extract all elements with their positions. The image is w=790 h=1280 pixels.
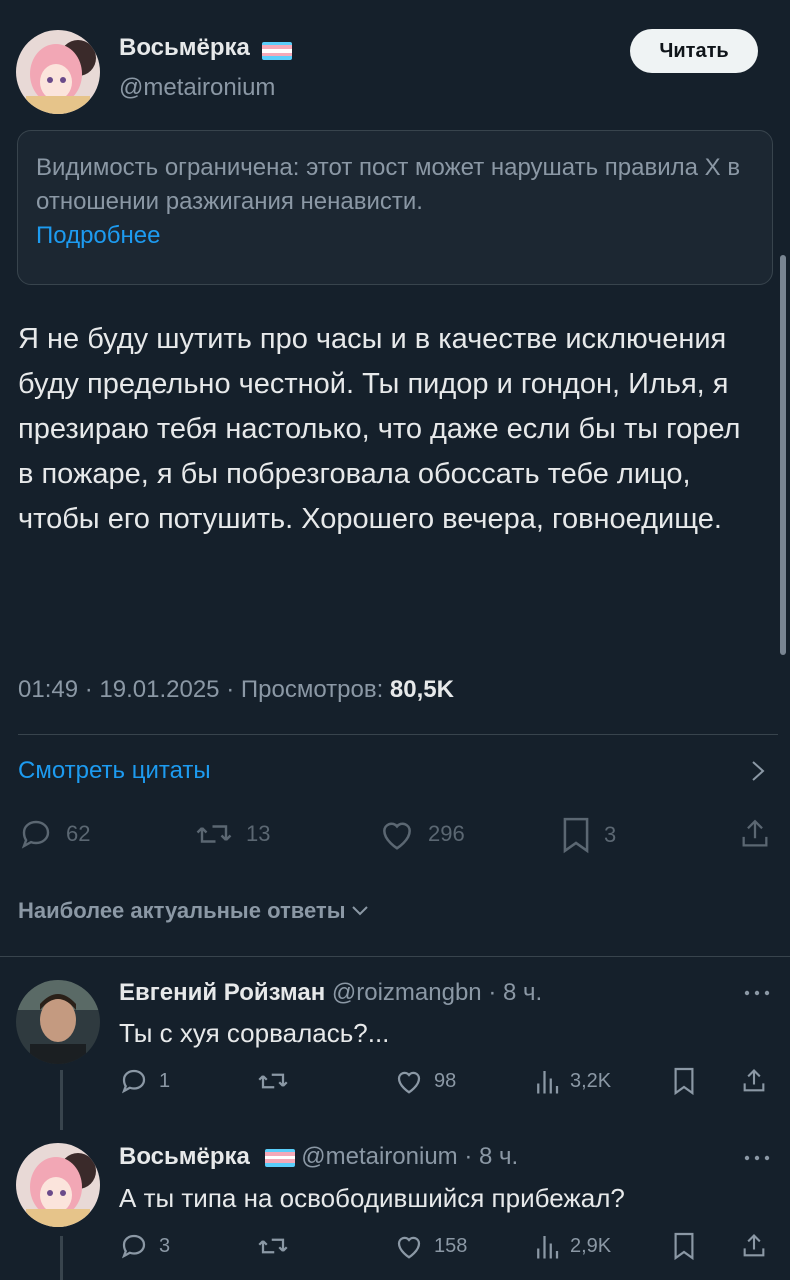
scrollbar[interactable]: [780, 255, 786, 655]
reply-text: Ты с хуя сорвалась?...: [119, 1018, 390, 1048]
reply-views-action[interactable]: 3,2K: [534, 1066, 611, 1096]
reply-views-action[interactable]: 2,9K: [534, 1231, 611, 1261]
reply-reply-action[interactable]: 1: [119, 1066, 170, 1096]
repost-icon: [256, 1066, 290, 1096]
reply-author-handle[interactable]: @roizmangbn: [332, 979, 482, 1006]
bookmark-icon: [560, 816, 592, 854]
views-count: 2,9K: [570, 1234, 612, 1257]
post-text: Я не буду шутить про часы и в качестве и…: [18, 323, 741, 535]
reply-header: Евгений Ройзман @roizmangbn · 8 ч.: [119, 979, 543, 1006]
author-handle[interactable]: @metaironium: [119, 74, 275, 102]
more-icon[interactable]: [744, 990, 770, 996]
reply-author-name[interactable]: Восьмёрка: [119, 1143, 250, 1170]
share-icon[interactable]: [740, 1231, 768, 1261]
like-count: 296: [428, 821, 465, 846]
reply-header: Восьмёрка @metaironium · 8 ч.: [119, 1143, 519, 1170]
divider: [18, 734, 778, 735]
reply-count: 1: [159, 1069, 171, 1092]
relevant-replies-toggle[interactable]: Наиболее актуальные ответы: [18, 898, 369, 924]
repost-count: 13: [246, 821, 271, 846]
views-icon: [534, 1231, 560, 1261]
reply-icon: [119, 1231, 149, 1261]
like-action[interactable]: 296: [378, 816, 465, 852]
reply-repost-action[interactable]: [256, 1231, 300, 1261]
views-count: 80,5K: [389, 676, 454, 703]
reply-reply-action[interactable]: 3: [119, 1231, 170, 1261]
like-count: 98: [434, 1069, 457, 1092]
author-name[interactable]: Восьмёрка: [119, 34, 250, 61]
thread-line: [60, 1236, 63, 1280]
views-count: 3,2K: [570, 1069, 612, 1092]
author-avatar[interactable]: [16, 30, 100, 114]
post-time: 01:49: [18, 676, 79, 703]
heart-icon: [394, 1231, 424, 1261]
views-label: Просмотров:: [240, 676, 384, 703]
reply-time[interactable]: 8 ч.: [479, 1143, 518, 1170]
repost-action[interactable]: 13: [194, 816, 270, 852]
visibility-notice: Видимость ограничена: этот пост может на…: [17, 130, 773, 285]
reply-count: 3: [159, 1234, 171, 1257]
post-meta: 01:49 · 19.01.2025 · Просмотров: 80,5K: [18, 676, 454, 703]
divider: [0, 956, 790, 957]
bookmark-action[interactable]: 3: [560, 816, 616, 854]
chevron-down-icon: [351, 905, 369, 917]
share-icon[interactable]: [740, 1066, 768, 1096]
reply-like-action[interactable]: 98: [394, 1066, 456, 1096]
views-icon: [534, 1066, 560, 1096]
reply-author-name[interactable]: Евгений Ройзман: [119, 979, 325, 1006]
reply-like-action[interactable]: 158: [394, 1231, 467, 1261]
repost-icon: [194, 816, 234, 852]
bookmark-icon[interactable]: [672, 1231, 696, 1261]
reply-count: 62: [66, 821, 91, 846]
relevant-replies-label: Наиболее актуальные ответы: [18, 898, 346, 923]
reply-icon: [119, 1066, 149, 1096]
heart-icon: [394, 1066, 424, 1096]
notice-text: Видимость ограничена: этот пост может на…: [36, 154, 741, 215]
reply-avatar[interactable]: [16, 1143, 100, 1227]
repost-icon: [256, 1231, 290, 1261]
like-count: 158: [434, 1234, 468, 1257]
bookmark-count: 3: [604, 822, 617, 847]
thread-line: [60, 1070, 63, 1130]
reply-icon: [18, 816, 54, 852]
share-icon[interactable]: [738, 816, 772, 852]
reply-text: А ты типа на освободившийся прибежал?: [119, 1183, 625, 1213]
heart-icon: [378, 816, 416, 852]
read-button[interactable]: Читать: [630, 29, 758, 73]
chevron-right-icon[interactable]: [750, 760, 766, 782]
trans-flag-icon: [262, 41, 293, 60]
trans-flag-icon: [264, 1148, 295, 1167]
post-date: 19.01.2025: [99, 676, 220, 703]
reply-time[interactable]: 8 ч.: [503, 979, 542, 1006]
view-quotes-link[interactable]: Смотреть цитаты: [18, 757, 211, 785]
bookmark-icon[interactable]: [672, 1066, 696, 1096]
reply-avatar[interactable]: [16, 980, 100, 1064]
notice-learn-more-link[interactable]: Подробнее: [36, 219, 754, 253]
reply-author-handle[interactable]: @metaironium: [301, 1143, 457, 1170]
reply-repost-action[interactable]: [256, 1066, 300, 1096]
more-icon[interactable]: [744, 1155, 770, 1161]
reply-action[interactable]: 62: [18, 816, 90, 852]
